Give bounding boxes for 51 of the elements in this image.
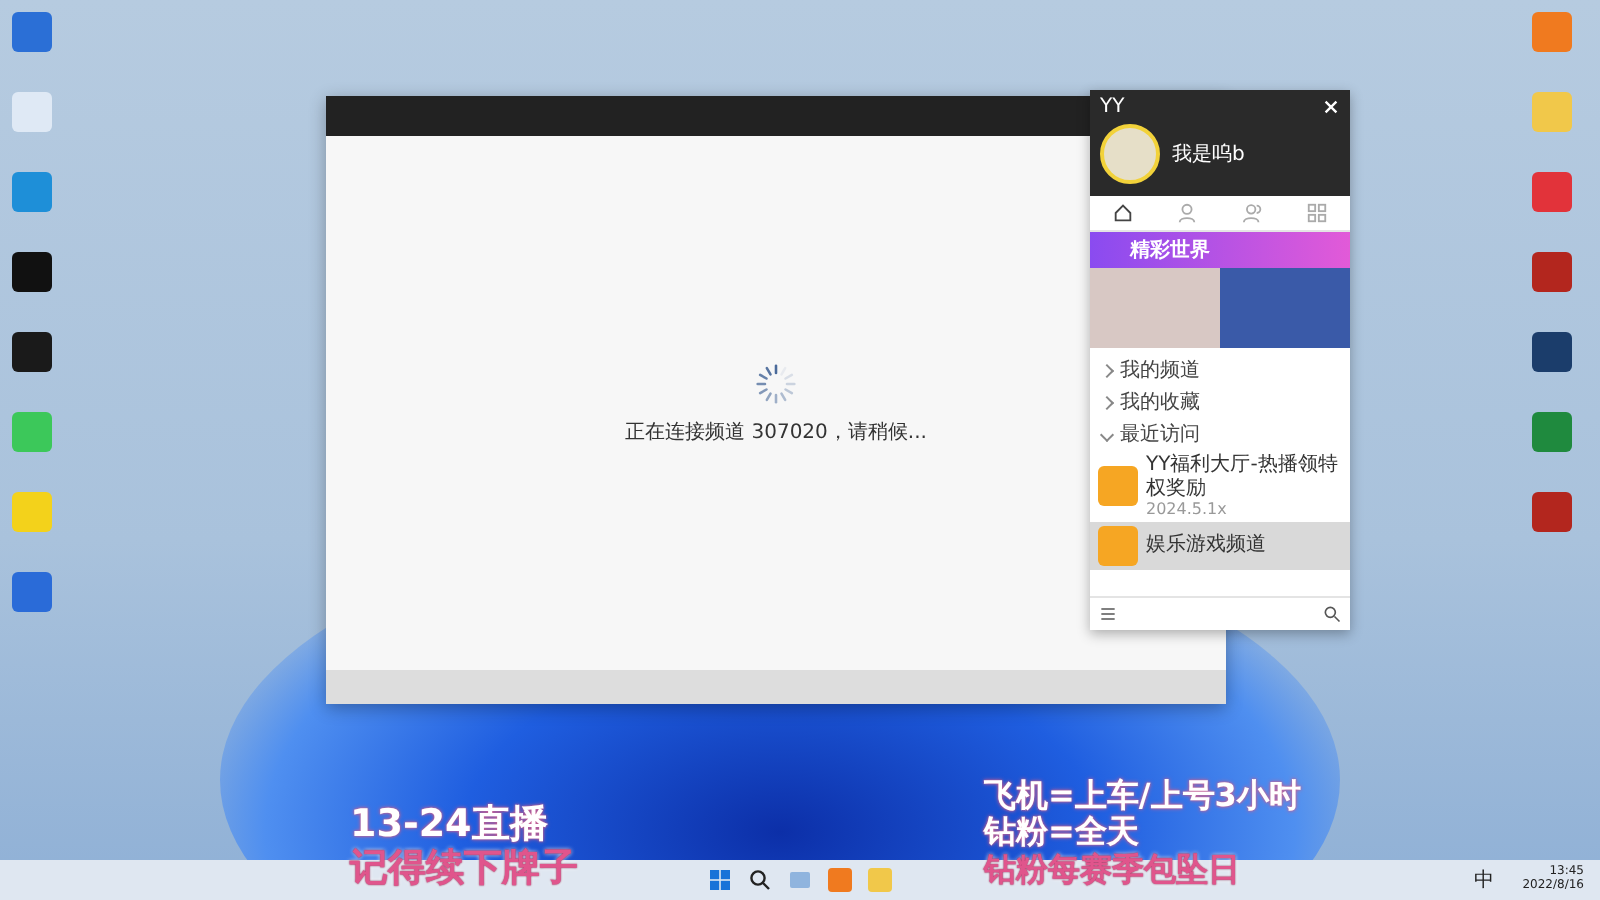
desktop-icon[interactable] <box>12 12 52 52</box>
channel-name: YY福利大厅-热播领特权奖励 <box>1146 454 1340 500</box>
recent-channel-item[interactable]: 娱乐游戏频道 <box>1090 522 1350 570</box>
desktop-icon[interactable] <box>1532 492 1572 532</box>
loading-spinner-icon <box>754 361 798 405</box>
section-header[interactable]: 我的频道 <box>1090 354 1350 386</box>
banner-title: 精彩世界 <box>1130 237 1210 264</box>
username: 我是呜b <box>1172 141 1245 168</box>
desktop-icon[interactable] <box>1532 412 1572 452</box>
caption-text: 13-24直播 <box>350 804 550 848</box>
section-header[interactable]: 最近访问 <box>1090 418 1350 450</box>
desktop-icon[interactable] <box>1532 252 1572 292</box>
desktop-icon[interactable] <box>12 172 52 212</box>
desktop-icon[interactable] <box>12 252 52 292</box>
caption-text: 飞机=上车/上号3小时 <box>984 778 1301 815</box>
start-icon[interactable] <box>708 868 732 892</box>
photo-placeholder[interactable] <box>1220 268 1350 348</box>
channel-thumbnail <box>1098 466 1138 506</box>
search-icon[interactable] <box>1322 604 1342 624</box>
desktop-icon[interactable] <box>1532 12 1572 52</box>
section-header[interactable]: 我的收藏 <box>1090 386 1350 418</box>
desktop-icon[interactable] <box>12 92 52 132</box>
app-icon[interactable] <box>868 868 892 892</box>
desktop-icon[interactable] <box>12 572 52 612</box>
avatar-placeholder[interactable] <box>1100 124 1160 184</box>
close-icon[interactable] <box>1322 98 1340 116</box>
menu-icon[interactable] <box>1098 604 1118 624</box>
home-icon <box>1111 202 1134 224</box>
grid-icon <box>1306 202 1329 224</box>
caption-text: 钻粉每赛季包坠日 <box>984 851 1242 889</box>
panel-title: YY <box>1100 96 1125 118</box>
photo-placeholder[interactable] <box>1090 268 1220 348</box>
desktop-icon[interactable] <box>1532 92 1572 132</box>
people-icon <box>1241 202 1264 224</box>
channel-date: 2024.5.1x <box>1146 500 1229 518</box>
desktop-icon[interactable] <box>1532 332 1572 372</box>
desktop-icon[interactable] <box>12 332 52 372</box>
app-icon[interactable] <box>828 868 852 892</box>
search-icon[interactable] <box>748 868 772 892</box>
desktop-icon[interactable] <box>1532 172 1572 212</box>
caption-text: 记得续下牌子 <box>350 847 578 892</box>
promo-banner[interactable]: 精彩世界 <box>1090 232 1350 268</box>
gallery-icon[interactable] <box>788 868 812 892</box>
loading-message: 正在连接频道 307020，请稍候... <box>625 419 927 445</box>
caption-text: 钻粉=全天 <box>984 814 1141 852</box>
desktop-icon[interactable] <box>12 492 52 532</box>
input-method-indicator[interactable]: 中 <box>1474 866 1495 894</box>
desktop-icon[interactable] <box>12 412 52 452</box>
recent-channel-item[interactable]: YY福利大厅-热播领特权奖励 2024.5.1x <box>1090 450 1350 522</box>
channel-name: 娱乐游戏频道 <box>1146 534 1266 558</box>
person-icon <box>1176 202 1199 224</box>
